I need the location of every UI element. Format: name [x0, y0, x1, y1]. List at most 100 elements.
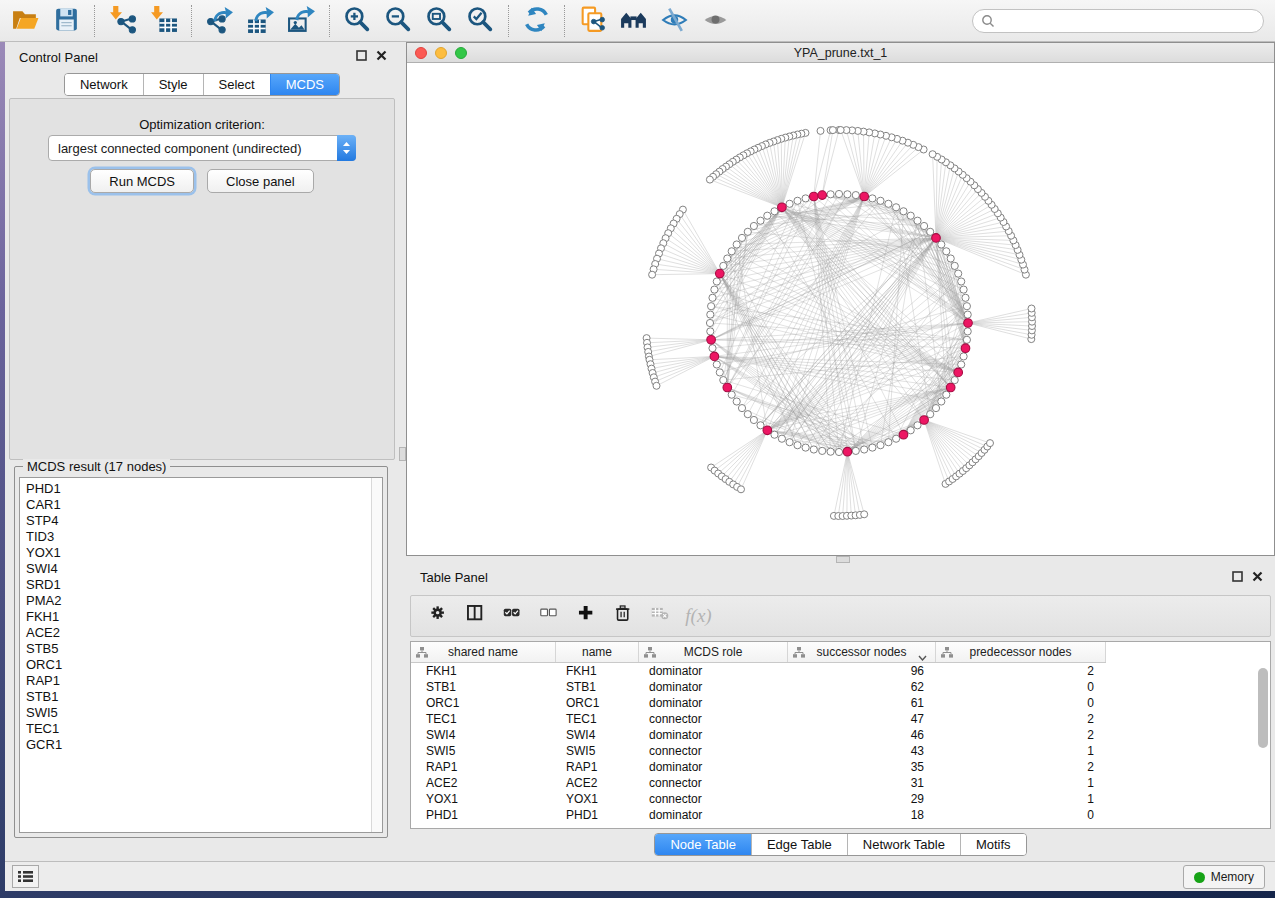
mcds-result-item[interactable]: ACE2: [26, 625, 62, 641]
deselect-all-button[interactable]: [532, 598, 569, 634]
hide-selected-button[interactable]: [655, 3, 694, 39]
search-icon: [981, 14, 995, 28]
table-row[interactable]: PHD1PHD1dominator180: [411, 807, 1270, 823]
export-table-icon: [246, 5, 275, 37]
close-panel-icon[interactable]: [1252, 571, 1263, 582]
column-header-successor-nodes[interactable]: successor nodes: [788, 642, 936, 662]
mcds-result-list[interactable]: PHD1CAR1STP4TID3YOX1SWI4SRD1PMA2FKH1ACE2…: [19, 477, 383, 833]
mcds-result-item[interactable]: CAR1: [26, 497, 62, 513]
cell-name: PHD1: [556, 808, 639, 822]
list-scrollbar[interactable]: [371, 478, 382, 832]
column-header-predecessor-nodes[interactable]: predecessor nodes: [936, 642, 1106, 662]
export-table-button[interactable]: [241, 3, 280, 39]
select-all-button[interactable]: [495, 598, 532, 634]
table-row[interactable]: RAP1RAP1dominator352: [411, 759, 1270, 775]
tab-edge-table[interactable]: Edge Table: [751, 834, 847, 855]
cell-predecessor-nodes: 1: [936, 792, 1106, 806]
cell-MCDS-role: dominator: [639, 808, 788, 822]
first-neighbors-button[interactable]: [614, 3, 653, 39]
table-scrollbar[interactable]: [1258, 668, 1268, 748]
table-row[interactable]: YOX1YOX1connector291: [411, 791, 1270, 807]
network-canvas[interactable]: [407, 64, 1274, 555]
table-row[interactable]: TEC1TEC1connector472: [411, 711, 1270, 727]
float-panel-icon[interactable]: [1232, 571, 1243, 582]
tab-select[interactable]: Select: [203, 74, 270, 95]
delete-column-button[interactable]: [606, 598, 643, 634]
tab-motifs[interactable]: Motifs: [960, 834, 1026, 855]
tab-style[interactable]: Style: [143, 74, 203, 95]
add-column-button[interactable]: [569, 598, 606, 634]
mcds-result-item[interactable]: GCR1: [26, 737, 62, 753]
zoom-selected-button[interactable]: [461, 3, 500, 39]
criterion-dropdown[interactable]: largest connected component (undirected): [48, 135, 356, 161]
mcds-result-item[interactable]: FKH1: [26, 609, 62, 625]
tab-mcds[interactable]: MCDS: [270, 74, 339, 95]
import-table-icon: [149, 5, 178, 37]
zoom-in-button[interactable]: [338, 3, 377, 39]
run-mcds-button[interactable]: Run MCDS: [90, 169, 194, 193]
mcds-result-item[interactable]: SRD1: [26, 577, 62, 593]
search-box[interactable]: [972, 9, 1264, 33]
table-row[interactable]: ORC1ORC1dominator610: [411, 695, 1270, 711]
mcds-result-item[interactable]: YOX1: [26, 545, 62, 561]
open-file-button[interactable]: [6, 3, 45, 39]
mcds-result-item[interactable]: TID3: [26, 529, 62, 545]
cell-MCDS-role: dominator: [639, 760, 788, 774]
tab-network[interactable]: Network: [65, 74, 143, 95]
close-panel-icon[interactable]: [376, 50, 387, 61]
save-icon: [52, 5, 81, 37]
column-header-MCDS-role[interactable]: MCDS role: [639, 642, 788, 662]
task-history-button[interactable]: [12, 865, 39, 888]
export-image-button[interactable]: [282, 3, 321, 39]
mcds-result-item[interactable]: ORC1: [26, 657, 62, 673]
memory-button[interactable]: Memory: [1183, 865, 1265, 889]
mcds-result-item[interactable]: PHD1: [26, 481, 62, 497]
mcds-result-item[interactable]: STB1: [26, 689, 62, 705]
table-row[interactable]: STB1STB1dominator620: [411, 679, 1270, 695]
criterion-value: largest connected component (undirected): [49, 141, 338, 156]
zoom-out-icon: [384, 5, 413, 37]
mcds-result-item[interactable]: STP4: [26, 513, 62, 529]
table-row[interactable]: ACE2ACE2connector311: [411, 775, 1270, 791]
mcds-result-item[interactable]: TEC1: [26, 721, 62, 737]
mcds-result-item[interactable]: SWI4: [26, 561, 62, 577]
zoom-selected-icon: [466, 5, 495, 37]
close-panel-button[interactable]: Close panel: [207, 169, 314, 193]
save-session-button[interactable]: [47, 3, 86, 39]
zoom-out-button[interactable]: [379, 3, 418, 39]
show-all-button[interactable]: [696, 3, 735, 39]
mcds-result-item[interactable]: STB5: [26, 641, 62, 657]
column-header-name[interactable]: name: [556, 642, 639, 662]
tab-network-table[interactable]: Network Table: [847, 834, 960, 855]
table-row[interactable]: SWI5SWI5connector431: [411, 743, 1270, 759]
mcds-result-item[interactable]: PMA2: [26, 593, 62, 609]
column-header-shared-name[interactable]: shared name: [411, 642, 556, 662]
optimization-label: Optimization criterion:: [10, 117, 394, 132]
vertical-splitter[interactable]: [399, 42, 406, 861]
zoom-fit-button[interactable]: [420, 3, 459, 39]
mcds-result-item[interactable]: RAP1: [26, 673, 62, 689]
cell-predecessor-nodes: 2: [936, 728, 1106, 742]
float-panel-icon[interactable]: [356, 50, 367, 61]
export-image-icon: [287, 5, 316, 37]
export-network-button[interactable]: [200, 3, 239, 39]
table-row[interactable]: SWI4SWI4dominator462: [411, 727, 1270, 743]
cell-successor-nodes: 46: [788, 728, 936, 742]
horizontal-splitter[interactable]: [406, 556, 1275, 563]
status-bar: Memory: [5, 861, 1275, 891]
show-columns-button[interactable]: [458, 598, 495, 634]
table-settings-button[interactable]: [421, 598, 458, 634]
table-row[interactable]: FKH1FKH1dominator962: [411, 663, 1270, 679]
cell-shared-name: STB1: [411, 680, 556, 694]
import-network-button[interactable]: [103, 3, 142, 39]
export-network-icon: [205, 5, 234, 37]
mcds-result-item[interactable]: SWI5: [26, 705, 62, 721]
refresh-view-button[interactable]: [517, 3, 556, 39]
tab-node-table[interactable]: Node Table: [655, 834, 751, 855]
table-panel: Table Panel f(x) shared namenameMCDS rol…: [406, 563, 1275, 861]
desktop-background: Control Panel NetworkStyleSelectMCDS Opt…: [0, 0, 1275, 898]
cell-successor-nodes: 35: [788, 760, 936, 774]
import-table-button[interactable]: [144, 3, 183, 39]
copy-network-button[interactable]: [573, 3, 612, 39]
column-label: MCDS role: [684, 645, 743, 659]
